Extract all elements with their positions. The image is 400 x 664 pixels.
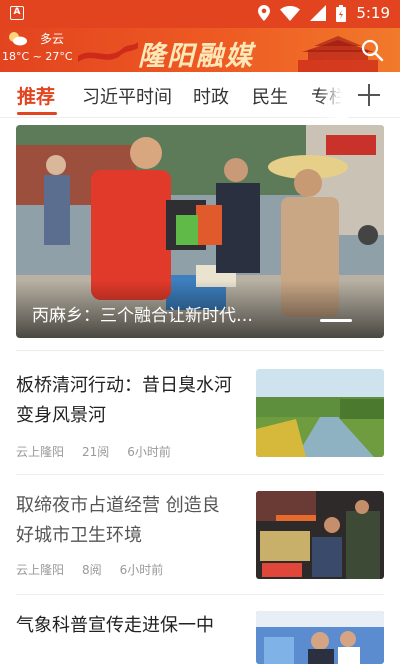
- hero-carousel[interactable]: 丙麻乡：三个融合让新时代…: [16, 125, 384, 338]
- signal-icon: [310, 5, 327, 21]
- article-thumbnail[interactable]: [256, 611, 384, 664]
- news-list-item[interactable]: 板桥清河行动：昔日臭水河变身风景河 云上隆阳 21阅 6小时前: [16, 350, 384, 474]
- ribbon-decoration: [78, 42, 138, 62]
- weather-temperature: 18°C ~ 27°C: [2, 50, 73, 63]
- article-source: 云上隆阳: [16, 445, 65, 459]
- hero-title[interactable]: 丙麻乡：三个融合让新时代…: [32, 301, 253, 326]
- tab-fade-overlay: [318, 72, 348, 118]
- news-list-item[interactable]: 取缔夜市占道经营 创造良好城市卫生环境 云上隆阳 8阅 6小时前: [16, 474, 384, 594]
- app-logo: 隆阳融媒: [138, 41, 254, 72]
- article-thumbnail[interactable]: [256, 369, 384, 457]
- article-reads: 21阅: [82, 445, 110, 459]
- article-time: 6小时前: [119, 563, 164, 577]
- article-reads: 8阅: [82, 563, 102, 577]
- location-icon: [258, 5, 271, 21]
- article-meta: 云上隆阳 21阅 6小时前: [16, 443, 189, 460]
- plus-icon[interactable]: [354, 80, 384, 110]
- battery-icon: [336, 4, 347, 22]
- weather-sun-icon: [9, 32, 27, 46]
- active-tab-indicator: [17, 112, 57, 115]
- article-title[interactable]: 气象科普宣传走进保一中: [16, 611, 246, 641]
- weather-condition: 多云: [40, 32, 65, 46]
- tab-politics[interactable]: 时政: [193, 83, 229, 109]
- tab-recommend[interactable]: 推荐: [17, 82, 55, 109]
- app-indicator-icon: A: [10, 6, 24, 20]
- status-icons: 5:19: [258, 4, 390, 22]
- wifi-icon: [280, 5, 301, 21]
- tab-livelihood[interactable]: 民生: [252, 83, 288, 109]
- carousel-indicator: [320, 319, 352, 322]
- app-header: 多云 18°C ~ 27°C 隆阳融媒: [0, 28, 400, 72]
- article-time: 6小时前: [127, 445, 171, 459]
- clock-time: 5:19: [356, 4, 390, 22]
- article-source: 云上隆阳: [16, 563, 65, 577]
- search-icon[interactable]: [360, 38, 384, 62]
- news-list-item[interactable]: 气象科普宣传走进保一中: [16, 594, 384, 664]
- status-bar: A 5:19: [0, 0, 400, 28]
- category-tab-bar: 推荐 习近平时间 时政 民生 专栏: [0, 72, 400, 118]
- article-title[interactable]: 取缔夜市占道经营 创造良好城市卫生环境: [16, 491, 236, 551]
- article-title[interactable]: 板桥清河行动：昔日臭水河变身风景河: [16, 371, 236, 431]
- article-thumbnail[interactable]: [256, 491, 384, 579]
- article-meta: 云上隆阳 8阅 6小时前: [16, 561, 181, 578]
- tab-xi-time[interactable]: 习近平时间: [82, 83, 172, 109]
